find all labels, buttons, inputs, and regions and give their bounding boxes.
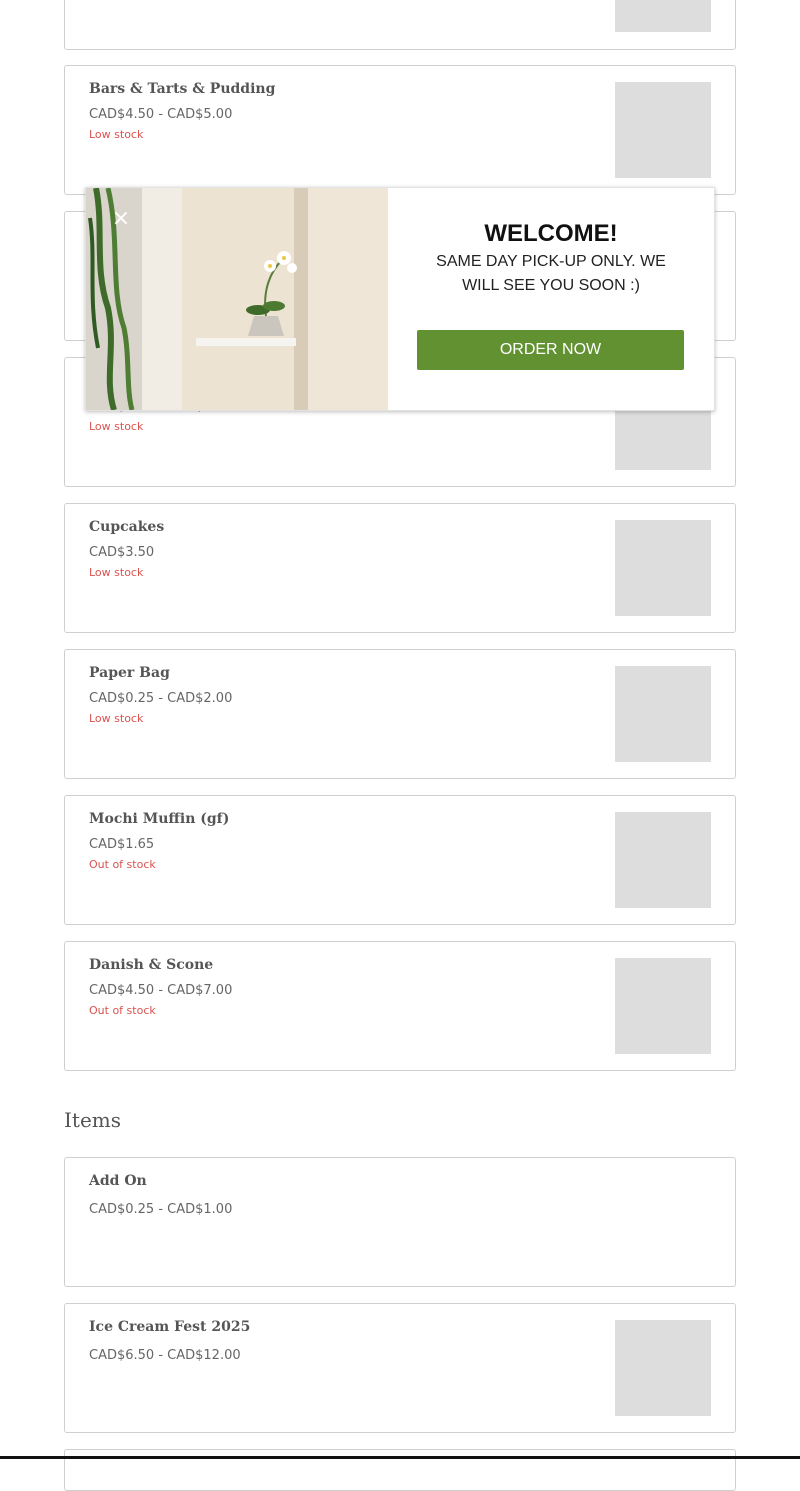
stock-status: Low stock — [89, 420, 144, 433]
section-heading-items: Items — [64, 1108, 122, 1132]
close-icon[interactable]: × — [110, 208, 132, 230]
stock-status: Low stock — [89, 128, 144, 141]
product-price: CAD$4.50 - CAD$5.00 — [89, 107, 233, 122]
product-card[interactable]: Cupcakes CAD$3.50 Low stock — [64, 503, 736, 633]
product-thumbnail — [615, 812, 711, 908]
stock-status: Out of stock — [89, 1004, 156, 1017]
product-thumbnail — [615, 82, 711, 178]
item-card[interactable]: Add On CAD$0.25 - CAD$1.00 — [64, 1157, 736, 1287]
product-price: CAD$1.65 — [89, 837, 155, 852]
product-price: CAD$0.25 - CAD$2.00 — [89, 691, 233, 706]
product-title: Bars & Tarts & Pudding — [89, 81, 276, 97]
product-card[interactable]: Danish & Scone CAD$4.50 - CAD$7.00 Out o… — [64, 941, 736, 1071]
product-card[interactable]: Paper Bag CAD$0.25 - CAD$2.00 Low stock — [64, 649, 736, 779]
item-thumbnail — [615, 1320, 711, 1416]
product-thumbnail — [615, 666, 711, 762]
product-price: CAD$4.50 - CAD$7.00 — [89, 983, 233, 998]
product-title: Mochi Muffin (gf) — [89, 811, 230, 827]
product-card[interactable] — [64, 0, 736, 50]
item-price: CAD$0.25 - CAD$1.00 — [89, 1202, 233, 1217]
product-thumbnail — [615, 520, 711, 616]
product-thumbnail — [615, 958, 711, 1054]
product-card[interactable]: Mochi Muffin (gf) CAD$1.65 Out of stock — [64, 795, 736, 925]
product-thumbnail — [615, 0, 711, 32]
product-price: CAD$3.50 — [89, 545, 155, 560]
stock-status: Low stock — [89, 712, 144, 725]
popup-subtitle: SAME DAY PICK-UP ONLY. WE WILL SEE YOU S… — [436, 253, 666, 294]
item-title: Add On — [89, 1173, 147, 1189]
item-card[interactable]: Ice Cream Fest 2025 CAD$6.50 - CAD$12.00 — [64, 1303, 736, 1433]
item-title: Ice Cream Fest 2025 — [89, 1319, 251, 1335]
product-title: Danish & Scone — [89, 957, 214, 973]
welcome-popup: × WELCOME! SAME DAY PICK-UP ONLY. WE WIL… — [85, 187, 715, 411]
item-price: CAD$6.50 - CAD$12.00 — [89, 1348, 241, 1363]
order-now-button[interactable]: ORDER NOW — [417, 330, 684, 370]
product-title: Paper Bag — [89, 665, 170, 681]
stock-status: Out of stock — [89, 858, 156, 871]
popup-title: WELCOME! — [484, 220, 618, 247]
product-card[interactable]: Bars & Tarts & Pudding CAD$4.50 - CAD$5.… — [64, 65, 736, 195]
stock-status: Low stock — [89, 566, 144, 579]
product-title: Cupcakes — [89, 519, 165, 535]
